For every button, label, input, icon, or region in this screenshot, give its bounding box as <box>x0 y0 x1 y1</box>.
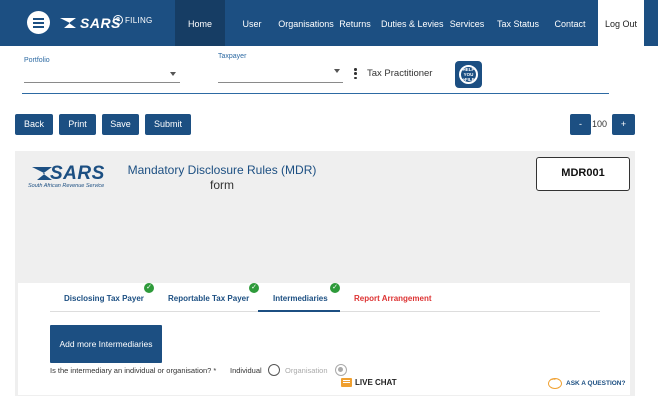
active-tab-indicator <box>258 310 340 312</box>
portfolio-chevron-down-icon[interactable] <box>170 72 176 76</box>
tab-disclosing-tax-payer[interactable]: Disclosing Tax Payer <box>64 294 144 303</box>
live-chat-label: LIVE CHAT <box>355 378 397 387</box>
option-organisation-label: Organisation <box>285 366 328 375</box>
nav-home[interactable]: Home <box>175 0 225 46</box>
efiling-logo: e FILING <box>113 15 153 25</box>
portfolio-label: Portfolio <box>24 57 50 64</box>
option-individual-label: Individual <box>230 366 262 375</box>
add-intermediaries-button[interactable]: Add more Intermediaries <box>50 325 162 363</box>
nav-organisations[interactable]: Organisations <box>278 0 334 46</box>
zoom-in-button[interactable]: + <box>612 114 635 135</box>
nav-tax-status[interactable]: Tax Status <box>495 0 541 46</box>
sars-arrow-icon <box>60 18 76 28</box>
help-you-efile-icon[interactable]: HELP YOU eFILE <box>455 61 482 88</box>
save-button[interactable]: Save <box>102 114 139 135</box>
individual-radio[interactable] <box>268 364 280 376</box>
form-title-line1: Mandatory Disclosure Rules (MDR) <box>127 163 317 177</box>
speech-bubble-icon <box>548 375 562 389</box>
taxpayer-select[interactable] <box>218 82 343 83</box>
nav-log-out[interactable]: Log Out <box>598 0 644 46</box>
ask-question-label: ASK A QUESTION? <box>566 380 626 387</box>
more-options-icon[interactable] <box>354 68 357 79</box>
divider <box>22 93 609 94</box>
form-logo-word: SARS <box>50 163 105 184</box>
back-button[interactable]: Back <box>15 114 53 135</box>
sars-logo[interactable]: SARS <box>60 14 121 32</box>
print-button[interactable]: Print <box>59 114 96 135</box>
zoom-level: 100 <box>592 119 608 129</box>
live-chat-button[interactable]: LIVE CHAT <box>341 378 397 387</box>
zoom-out-button[interactable]: - <box>570 114 591 135</box>
nav-services[interactable]: Services <box>448 0 486 46</box>
intermediary-type-question: Is the intermediary an individual or org… <box>50 366 217 375</box>
nav-duties-levies[interactable]: Duties & Levies <box>381 0 444 46</box>
form-sars-logo: SARS South African Revenue Service <box>28 163 118 193</box>
top-navigation-bar: SARS e FILING Home User Organisations Re… <box>0 0 658 46</box>
taxpayer-chevron-down-icon[interactable] <box>334 69 340 73</box>
tab-complete-check-icon: ✓ <box>330 283 340 293</box>
efiling-label: FILING <box>125 15 153 25</box>
sars-arrow-icon <box>32 167 52 180</box>
form-code-badge: MDR001 <box>536 157 630 191</box>
help-icon-text: HELP YOU eFILE <box>459 65 478 84</box>
efiling-e-icon: e <box>113 15 123 25</box>
form-title-line2: form <box>210 178 234 192</box>
tab-complete-check-icon: ✓ <box>144 283 154 293</box>
ask-question-button[interactable]: ASK A QUESTION? <box>548 375 626 389</box>
nav-returns[interactable]: Returns <box>338 0 372 46</box>
taxpayer-label: Taxpayer <box>218 53 247 60</box>
form-logo-subtitle: South African Revenue Service <box>28 183 105 189</box>
tab-report-arrangement[interactable]: Report Arrangement <box>354 294 432 303</box>
chat-icon <box>341 378 352 387</box>
organisation-radio[interactable] <box>335 364 347 376</box>
nav-user[interactable]: User <box>232 0 272 46</box>
tab-reportable-tax-payer[interactable]: Reportable Tax Payer <box>168 294 249 303</box>
submit-button[interactable]: Submit <box>145 114 191 135</box>
role-label: Tax Practitioner <box>367 68 433 79</box>
hamburger-menu-icon[interactable] <box>27 11 50 34</box>
nav-contact[interactable]: Contact <box>552 0 588 46</box>
form-title: Mandatory Disclosure Rules (MDR) form <box>122 163 322 193</box>
portfolio-select[interactable] <box>24 82 180 83</box>
tab-intermediaries[interactable]: Intermediaries <box>273 294 328 303</box>
tab-complete-check-icon: ✓ <box>249 283 259 293</box>
